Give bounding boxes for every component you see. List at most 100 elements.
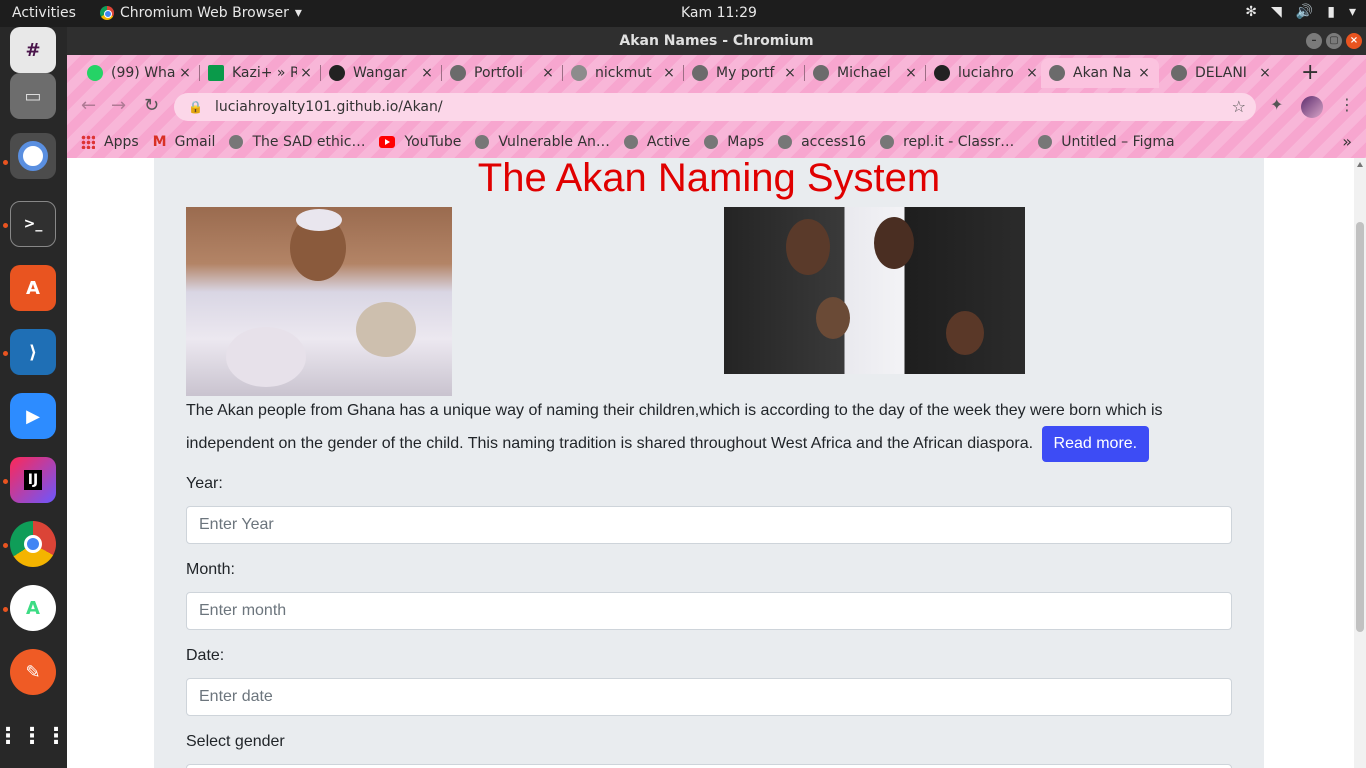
minimize-icon[interactable]: – xyxy=(1306,33,1322,49)
software-center-icon[interactable]: A xyxy=(10,265,56,311)
avatar[interactable] xyxy=(1301,96,1323,118)
close-icon[interactable]: × xyxy=(1135,65,1153,81)
maximize-icon[interactable]: ▢ xyxy=(1326,33,1342,49)
battery-icon[interactable]: ▮ xyxy=(1327,4,1335,20)
more-bookmarks-icon[interactable]: » xyxy=(1342,132,1352,151)
month-input[interactable] xyxy=(186,592,1232,630)
chromium-icon xyxy=(100,6,114,20)
close-icon[interactable]: × xyxy=(539,65,557,81)
system-tray[interactable]: ✻ ◥ 🔊 ▮ ▾ xyxy=(1245,4,1356,20)
back-button[interactable]: ← xyxy=(81,95,96,116)
tab[interactable]: Portfoli × xyxy=(442,58,563,88)
bookmark-star-icon[interactable]: ☆ xyxy=(1232,97,1246,116)
date-label: Date: xyxy=(186,647,225,664)
bookmark-gmail[interactable]: M Gmail xyxy=(153,134,216,150)
bookmark-item[interactable]: repl.it - Classr… xyxy=(880,134,1014,150)
network-icon[interactable]: ◥ xyxy=(1271,4,1282,20)
gender-select[interactable] xyxy=(186,764,1232,768)
scroll-up-icon[interactable] xyxy=(1357,162,1363,167)
running-indicator xyxy=(3,607,8,612)
reload-button[interactable]: ↻ xyxy=(144,95,159,116)
tab-strip: (99) Wha × Kazi+ » R × Wangar × Portfoli… xyxy=(79,55,1359,89)
bookmark-label: access16 xyxy=(801,133,867,150)
globe-icon xyxy=(229,134,244,149)
forward-button[interactable]: → xyxy=(111,95,126,116)
app-menu[interactable]: Chromium Web Browser ▾ xyxy=(100,5,302,21)
slack-status-icon[interactable]: ✻ xyxy=(1245,4,1257,20)
tab[interactable]: Kazi+ » R × xyxy=(200,58,321,88)
zoom-icon[interactable]: ▶ xyxy=(10,393,56,439)
gender-label: Select gender xyxy=(186,733,285,750)
github-icon xyxy=(329,65,345,81)
close-icon[interactable]: × xyxy=(297,65,315,81)
globe-icon xyxy=(778,134,793,149)
activities-button[interactable]: Activities xyxy=(12,5,76,21)
bookmark-label: Vulnerable An… xyxy=(498,133,610,150)
tab[interactable]: (99) Wha × xyxy=(79,58,200,88)
postman-icon[interactable]: ✎ xyxy=(10,649,56,695)
tab-label: DELANI xyxy=(1195,65,1247,81)
close-icon[interactable]: × xyxy=(781,65,799,81)
tab-label: Portfoli xyxy=(474,65,524,81)
chevron-down-icon[interactable]: ▾ xyxy=(1349,4,1356,20)
tab[interactable]: DELANI × xyxy=(1163,58,1280,88)
slack-icon[interactable]: # xyxy=(10,27,56,73)
chrome-icon[interactable] xyxy=(10,521,56,567)
page-viewport: The Akan Naming System The Akan people f… xyxy=(67,158,1354,768)
close-icon[interactable]: × xyxy=(1256,65,1274,81)
close-icon[interactable]: × xyxy=(1346,33,1362,49)
globe-icon xyxy=(571,65,587,81)
close-icon[interactable]: × xyxy=(1023,65,1041,81)
files-icon[interactable]: ▭ xyxy=(10,73,56,119)
new-tab-button[interactable]: + xyxy=(1301,60,1319,85)
bookmark-item[interactable]: The SAD ethic… xyxy=(229,134,365,150)
intellij-icon[interactable]: IJ xyxy=(10,457,56,503)
tab[interactable]: nickmut × xyxy=(563,58,684,88)
year-input[interactable] xyxy=(186,506,1232,544)
globe-icon xyxy=(1049,65,1065,81)
running-indicator xyxy=(3,543,8,548)
close-icon[interactable]: × xyxy=(660,65,678,81)
tab-label: My portf xyxy=(716,65,775,81)
close-icon[interactable]: × xyxy=(176,65,194,81)
extensions-icon[interactable]: ✦ xyxy=(1270,95,1283,114)
tab[interactable]: luciahro × xyxy=(926,58,1047,88)
android-studio-icon[interactable]: A xyxy=(10,585,56,631)
tab-label: (99) Wha xyxy=(111,65,176,81)
globe-icon xyxy=(475,134,490,149)
kazi-icon xyxy=(208,65,224,81)
bookmark-item[interactable]: Untitled – Figma xyxy=(1038,134,1175,150)
page-scrollbar[interactable] xyxy=(1354,158,1366,768)
tab-label: nickmut xyxy=(595,65,652,81)
address-bar[interactable]: 🔒 luciahroyalty101.github.io/Akan/ ☆ xyxy=(174,93,1256,121)
tab[interactable]: Wangar × xyxy=(321,58,442,88)
chromium-icon[interactable] xyxy=(10,133,56,179)
scrollbar-thumb[interactable] xyxy=(1356,222,1364,632)
window-title: Akan Names - Chromium xyxy=(619,33,814,49)
close-icon[interactable]: × xyxy=(418,65,436,81)
terminal-icon[interactable]: >_ xyxy=(10,201,56,247)
navigation-row: ← → ↻ 🔒 luciahroyalty101.github.io/Akan/… xyxy=(67,89,1366,125)
bookmark-item[interactable]: Active xyxy=(623,134,690,150)
tab[interactable]: Michael × xyxy=(805,58,926,88)
bookmark-label: repl.it - Classr… xyxy=(903,133,1015,150)
tab-active[interactable]: Akan Na × xyxy=(1041,58,1159,88)
menu-icon[interactable]: ⋮ xyxy=(1339,95,1355,114)
close-icon[interactable]: × xyxy=(902,65,920,81)
show-applications-icon[interactable]: ⋮⋮⋮ xyxy=(0,713,67,759)
bookmark-item[interactable]: Maps xyxy=(704,134,764,150)
vscode-icon[interactable]: ⟩ xyxy=(10,329,56,375)
bookmark-apps[interactable]: Apps xyxy=(81,134,139,150)
lock-icon[interactable]: 🔒 xyxy=(188,100,203,114)
bookmark-item[interactable]: Vulnerable An… xyxy=(475,134,610,150)
date-input[interactable] xyxy=(186,678,1232,716)
bookmark-item[interactable]: access16 xyxy=(778,134,866,150)
clock[interactable]: Kam 11:29 xyxy=(681,5,757,21)
bookmark-label: YouTube xyxy=(404,133,462,150)
bookmark-youtube[interactable]: YouTube xyxy=(379,134,461,150)
read-more-button[interactable]: Read more. xyxy=(1041,426,1150,462)
running-indicator xyxy=(3,223,8,228)
system-top-bar: Activities Chromium Web Browser ▾ Kam 11… xyxy=(0,0,1366,27)
volume-icon[interactable]: 🔊 xyxy=(1296,4,1313,20)
tab[interactable]: My portf × xyxy=(684,58,805,88)
